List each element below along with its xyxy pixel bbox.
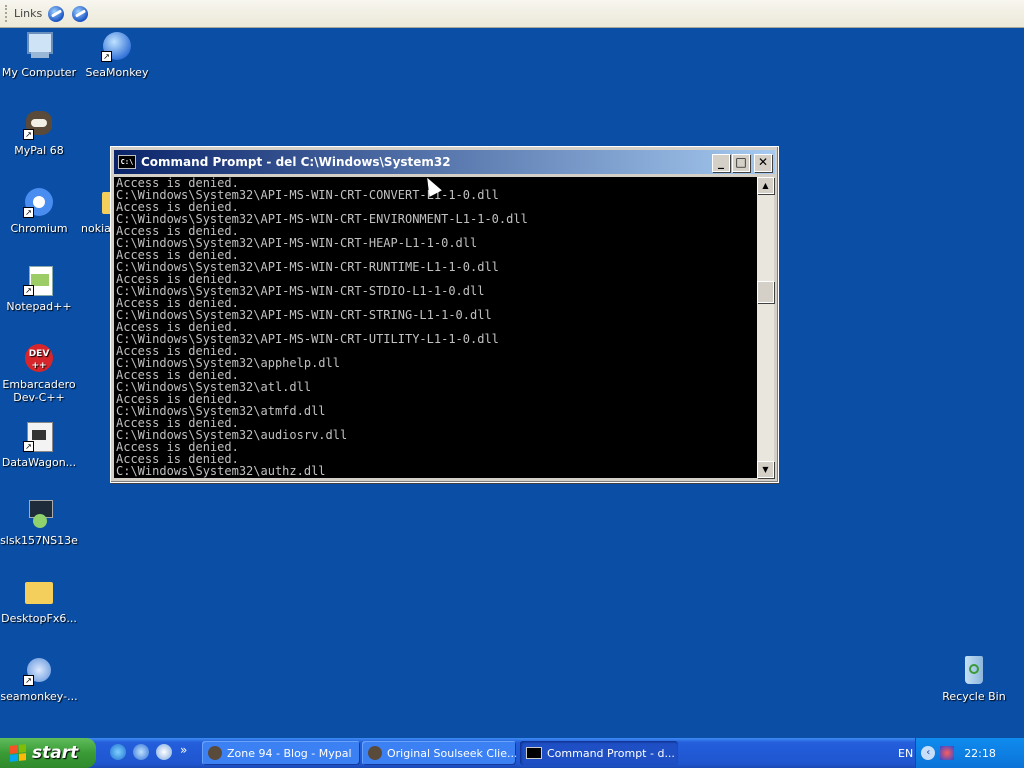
maximize-button[interactable]: □ <box>732 154 750 172</box>
desktop-icon-nokia[interactable]: nokia_ <box>74 186 110 235</box>
desktop-icon-my-computer[interactable]: My Computer <box>0 30 78 79</box>
desktop-icon-label: Recycle Bin <box>942 690 1006 703</box>
recycle-bin-icon <box>958 654 990 686</box>
console-output[interactable]: Access is denied. C:\Windows\System32\API… <box>114 177 757 478</box>
taskbar: start » Zone 94 - Blog - Mypal Original … <box>0 738 1024 768</box>
desktop-icon-label: Notepad++ <box>6 300 72 313</box>
scroll-down-button[interactable]: ▼ <box>757 461 774 478</box>
desktop-icon-label: Chromium <box>10 222 68 235</box>
minimize-button[interactable]: _ <box>712 154 730 172</box>
desktop-icon-label: SeaMonkey <box>85 66 149 79</box>
seamonkey-icon: ↗ <box>101 30 133 62</box>
quicklaunch-ie-icon[interactable] <box>110 744 126 760</box>
scroll-thumb[interactable] <box>757 281 774 303</box>
desktop-icon-label: Embarcadero Dev-C++ <box>2 378 76 404</box>
desktop-icon-label: seamonkey-... <box>0 690 78 703</box>
window-title: Command Prompt - del C:\Windows\System32 <box>141 155 451 169</box>
desktop-icon-mypal[interactable]: ↗ MyPal 68 <box>0 108 78 157</box>
close-button[interactable]: ✕ <box>754 154 772 172</box>
desktop-icon-label: nokia_ <box>81 222 110 235</box>
tray-expand-icon[interactable]: ‹ <box>921 746 936 760</box>
toolbar-grip[interactable] <box>5 5 10 22</box>
task-label: Original Soulseek Clie... <box>387 746 516 760</box>
folder-icon <box>102 186 110 218</box>
cmd-icon <box>526 747 542 759</box>
desktop-icon-label: DesktopFx6... <box>1 612 77 625</box>
desktop-icon-label: MyPal 68 <box>14 144 64 157</box>
quicklaunch-browser-icon[interactable] <box>156 744 172 760</box>
desktop-icon-label: My Computer <box>1 66 77 79</box>
quicklaunch-seamonkey-icon[interactable] <box>133 744 149 760</box>
desktop-icon-recycle-bin[interactable]: Recycle Bin <box>935 654 1013 703</box>
installer-icon <box>23 498 55 530</box>
desktop-icon-label: slsk157NS13e <box>0 534 78 547</box>
desktop-icon-notepadpp[interactable]: ↗ Notepad++ <box>0 264 78 313</box>
window-titlebar[interactable]: C:\ Command Prompt - del C:\Windows\Syst… <box>114 150 775 174</box>
clock[interactable]: 22:18 <box>964 747 996 760</box>
system-tray: EN ‹ 22:18 <box>898 738 1024 768</box>
links-label: Links <box>14 7 43 20</box>
desktop-icon-chromium[interactable]: ↗ Chromium <box>0 186 78 235</box>
task-button-mypal[interactable]: Zone 94 - Blog - Mypal <box>202 741 360 765</box>
console-line: C:\Windows\System32\authz.dll <box>116 464 326 478</box>
notepad-plus-plus-icon: ↗ <box>23 264 55 296</box>
start-label: start <box>32 743 79 763</box>
computer-icon <box>23 30 55 62</box>
chromium-icon: ↗ <box>23 186 55 218</box>
quicklaunch-overflow-icon[interactable]: » <box>180 743 187 757</box>
start-button[interactable]: start <box>0 738 96 768</box>
soulseek-icon <box>368 746 382 760</box>
devcpp-icon: DEV ++ <box>23 342 55 374</box>
seamonkey-link-icon-2[interactable] <box>72 5 89 22</box>
scroll-up-button[interactable]: ▲ <box>757 177 774 194</box>
task-label: Zone 94 - Blog - Mypal <box>227 746 352 760</box>
desktop-icon-seamonkey[interactable]: ↗ SeaMonkey <box>78 30 156 79</box>
desktop-icon-desktopfx[interactable]: DesktopFx6... <box>0 576 78 625</box>
cmd-icon: C:\ <box>118 155 136 169</box>
installer-icon: ↗ <box>23 654 55 686</box>
task-button-soulseek[interactable]: Original Soulseek Clie... <box>362 741 516 765</box>
command-prompt-window[interactable]: C:\ Command Prompt - del C:\Windows\Syst… <box>110 146 779 483</box>
vertical-scrollbar[interactable]: ▲ ▼ <box>757 177 774 478</box>
desktop-icon-seamonkey-installer[interactable]: ↗ seamonkey-... <box>0 654 78 703</box>
raccoon-icon: ↗ <box>23 108 55 140</box>
seamonkey-link-icon[interactable] <box>48 5 65 22</box>
windows-logo-icon <box>10 744 26 762</box>
language-indicator[interactable]: EN <box>898 747 913 760</box>
raccoon-icon <box>208 746 222 760</box>
datawagon-icon: ↗ <box>23 420 55 452</box>
desktop-icon-slsk[interactable]: slsk157NS13e <box>0 498 78 547</box>
desktop-icon-label: DataWagon... <box>1 456 77 469</box>
task-label: Command Prompt - d... <box>547 746 675 760</box>
task-button-command-prompt[interactable]: Command Prompt - d... <box>520 741 678 765</box>
folder-icon <box>23 576 55 608</box>
desktop-icon-datawagon[interactable]: ↗ DataWagon... <box>0 420 78 469</box>
desktop-icon-devcpp[interactable]: DEV ++ Embarcadero Dev-C++ <box>0 342 78 404</box>
network-tray-icon[interactable] <box>940 746 955 760</box>
links-toolbar: Links <box>0 0 1024 28</box>
